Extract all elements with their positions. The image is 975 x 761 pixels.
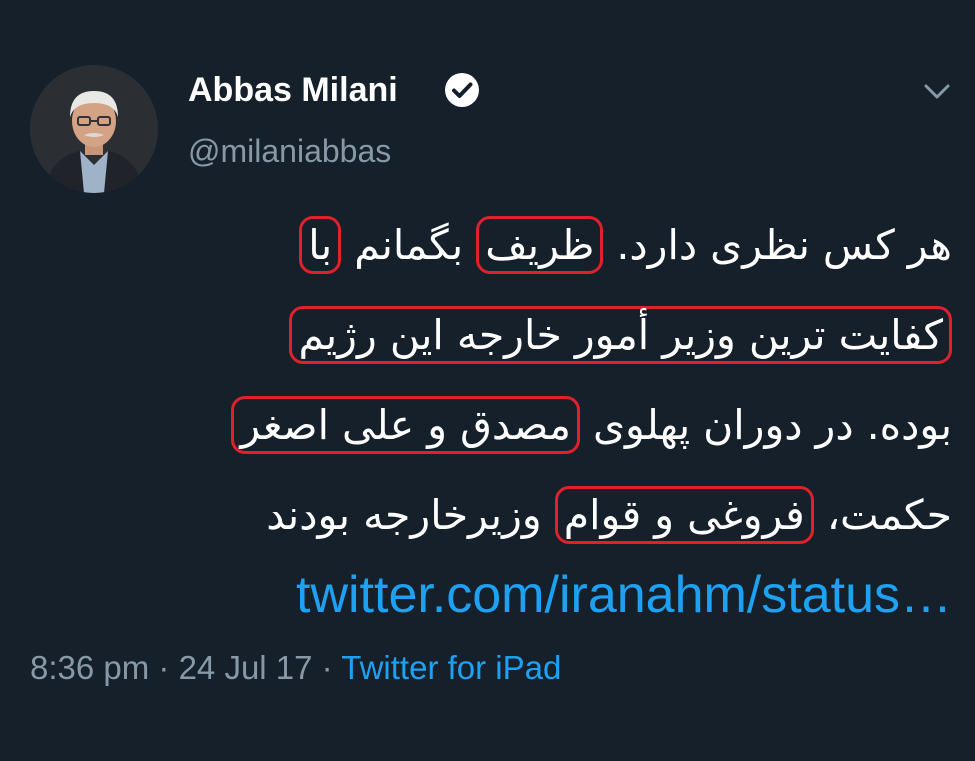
meta-separator: ·	[312, 649, 342, 686]
tweet-line-1: هر کس نظری دارد. ظریف بگمانم با	[40, 200, 952, 290]
tweet-text-segment: هر کس نظری دارد.	[603, 221, 952, 269]
tweet-line-3: بوده. در دوران پهلوی مصدق و علی اصغر	[40, 380, 952, 470]
tweet-line-2: کفایت ترین وزیر أمور خارجه این رژیم	[40, 290, 952, 380]
tweet-line-4: حکمت، فروغی و قوام وزیرخارجه بودند	[40, 470, 952, 560]
highlighted-text: فروغی و قوام	[554, 486, 814, 544]
tweet-text-segment: بوده. در دوران پهلوی	[579, 401, 952, 449]
tweet-text-segment: وزیرخارجه بودند	[266, 491, 555, 539]
tweet-card: Abbas Milani @milaniabbas هر کس نظری دار…	[0, 0, 975, 761]
highlighted-text: ظریف	[476, 216, 604, 274]
tweet-date[interactable]: 24 Jul 17	[179, 649, 313, 686]
display-name[interactable]: Abbas Milani	[188, 68, 398, 112]
tweet-meta: 8:36 pm · 24 Jul 17 · Twitter for iPad	[30, 642, 561, 694]
tweet-link[interactable]: twitter.com/iranahm/status…	[40, 560, 952, 630]
highlighted-text: با	[299, 216, 342, 274]
meta-separator: ·	[149, 649, 179, 686]
avatar-image	[30, 65, 158, 193]
chevron-down-icon[interactable]	[921, 78, 953, 104]
tweet-text-segment: بگمانم	[341, 221, 477, 269]
user-handle[interactable]: @milaniabbas	[188, 130, 391, 172]
verified-badge-icon	[445, 73, 479, 107]
highlighted-text: کفایت ترین وزیر أمور خارجه این رژیم	[289, 306, 952, 364]
avatar[interactable]	[30, 65, 158, 193]
tweet-time[interactable]: 8:36 pm	[30, 649, 149, 686]
tweet-text: هر کس نظری دارد. ظریف بگمانم با کفایت تر…	[40, 200, 952, 560]
tweet-text-segment: حکمت،	[813, 491, 952, 539]
highlighted-text: مصدق و علی اصغر	[231, 396, 580, 454]
tweet-source-link[interactable]: Twitter for iPad	[341, 649, 561, 686]
